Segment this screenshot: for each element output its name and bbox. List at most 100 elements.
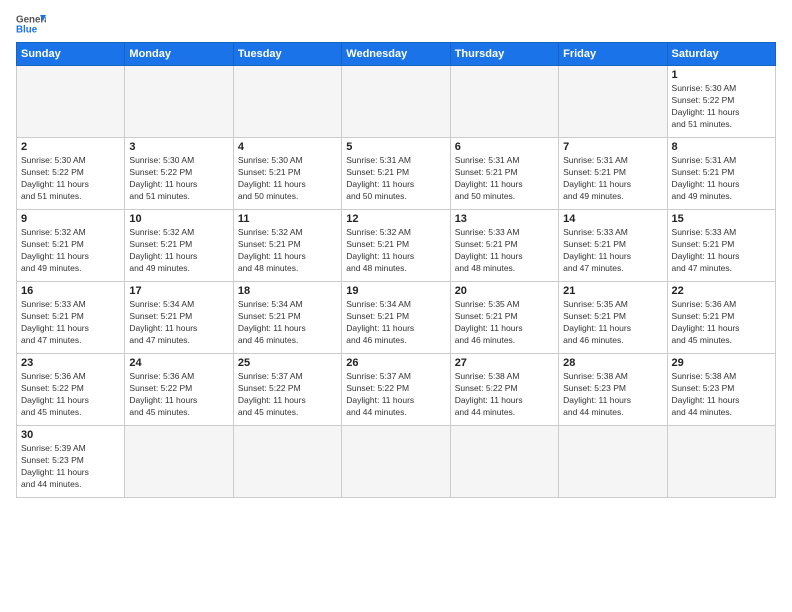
day-number: 2 [21,141,120,153]
day-info: Sunrise: 5:36 AM Sunset: 5:22 PM Dayligh… [129,371,228,419]
calendar-cell [450,66,558,138]
calendar-cell [342,66,450,138]
week-row-3: 9 Sunrise: 5:32 AM Sunset: 5:21 PM Daylig… [17,210,776,282]
day-info: Sunrise: 5:32 AM Sunset: 5:21 PM Dayligh… [21,227,120,275]
day-info: Sunrise: 5:31 AM Sunset: 5:21 PM Dayligh… [563,155,662,203]
calendar-cell: 12 Sunrise: 5:32 AM Sunset: 5:21 PM Dayli… [342,210,450,282]
week-row-1: 1Sunrise: 5:30 AM Sunset: 5:22 PM Daylig… [17,66,776,138]
day-info: Sunrise: 5:33 AM Sunset: 5:21 PM Dayligh… [455,227,554,275]
weekday-saturday: Saturday [667,43,775,66]
day-number: 15 [672,213,771,225]
day-info: Sunrise: 5:39 AM Sunset: 5:23 PM Dayligh… [21,443,120,491]
calendar-cell: 14 Sunrise: 5:33 AM Sunset: 5:21 PM Dayli… [559,210,667,282]
day-info: Sunrise: 5:33 AM Sunset: 5:21 PM Dayligh… [672,227,771,275]
calendar-cell: 2 Sunrise: 5:30 AM Sunset: 5:22 PM Daylig… [17,138,125,210]
calendar-cell: 1Sunrise: 5:30 AM Sunset: 5:22 PM Daylig… [667,66,775,138]
calendar-cell [17,66,125,138]
calendar-cell: 7 Sunrise: 5:31 AM Sunset: 5:21 PM Daylig… [559,138,667,210]
day-number: 10 [129,213,228,225]
calendar-cell: 18Sunrise: 5:34 AM Sunset: 5:21 PM Dayli… [233,282,341,354]
day-info: Sunrise: 5:31 AM Sunset: 5:21 PM Dayligh… [455,155,554,203]
calendar-cell [559,66,667,138]
day-number: 27 [455,357,554,369]
day-number: 9 [21,213,120,225]
day-info: Sunrise: 5:33 AM Sunset: 5:21 PM Dayligh… [563,227,662,275]
day-number: 12 [346,213,445,225]
day-info: Sunrise: 5:35 AM Sunset: 5:21 PM Dayligh… [455,299,554,347]
day-info: Sunrise: 5:37 AM Sunset: 5:22 PM Dayligh… [346,371,445,419]
calendar-cell: 29Sunrise: 5:38 AM Sunset: 5:23 PM Dayli… [667,354,775,426]
calendar-cell: 25Sunrise: 5:37 AM Sunset: 5:22 PM Dayli… [233,354,341,426]
week-row-4: 16 Sunrise: 5:33 AM Sunset: 5:21 PM Dayli… [17,282,776,354]
day-number: 22 [672,285,771,297]
calendar-cell: 13 Sunrise: 5:33 AM Sunset: 5:21 PM Dayli… [450,210,558,282]
day-number: 23 [21,357,120,369]
day-number: 21 [563,285,662,297]
calendar-cell: 28Sunrise: 5:38 AM Sunset: 5:23 PM Dayli… [559,354,667,426]
calendar-cell: 23Sunrise: 5:36 AM Sunset: 5:22 PM Dayli… [17,354,125,426]
calendar-cell [125,66,233,138]
calendar-cell: 4 Sunrise: 5:30 AM Sunset: 5:21 PM Daylig… [233,138,341,210]
day-info: Sunrise: 5:33 AM Sunset: 5:21 PM Dayligh… [21,299,120,347]
weekday-thursday: Thursday [450,43,558,66]
day-number: 7 [563,141,662,153]
day-number: 4 [238,141,337,153]
calendar-cell: 10 Sunrise: 5:32 AM Sunset: 5:21 PM Dayli… [125,210,233,282]
calendar-cell: 27 Sunrise: 5:38 AM Sunset: 5:22 PM Dayli… [450,354,558,426]
calendar-cell: 16 Sunrise: 5:33 AM Sunset: 5:21 PM Dayli… [17,282,125,354]
calendar-cell: 17Sunrise: 5:34 AM Sunset: 5:21 PM Dayli… [125,282,233,354]
day-info: Sunrise: 5:38 AM Sunset: 5:22 PM Dayligh… [455,371,554,419]
calendar-body: 1 Sunrise: 5:30 AM Sunset: 5:22 PM Daylig… [17,66,776,498]
calendar-cell: 8 Sunrise: 5:31 AM Sunset: 5:21 PM Daylig… [667,138,775,210]
day-info: Sunrise: 5:32 AM Sunset: 5:21 PM Dayligh… [346,227,445,275]
day-info: Sunrise: 5:32 AM Sunset: 5:21 PM Dayligh… [129,227,228,275]
day-info: Sunrise: 5:30 AM Sunset: 5:21 PM Dayligh… [238,155,337,203]
day-info: Sunrise: 5:36 AM Sunset: 5:21 PM Dayligh… [672,299,771,347]
logo: General Blue [16,12,46,36]
day-number: 11 [238,213,337,225]
weekday-header-row: SundayMondayTuesdayWednesdayThursdayFrid… [17,43,776,66]
calendar-header: SundayMondayTuesdayWednesdayThursdayFrid… [17,43,776,66]
day-number: 24 [129,357,228,369]
calendar-cell: 3Sunrise: 5:30 AM Sunset: 5:22 PM Daylig… [125,138,233,210]
calendar-cell: 21Sunrise: 5:35 AM Sunset: 5:21 PM Dayli… [559,282,667,354]
day-number: 14 [563,213,662,225]
calendar-cell: 6Sunrise: 5:31 AM Sunset: 5:21 PM Daylig… [450,138,558,210]
weekday-tuesday: Tuesday [233,43,341,66]
day-info: Sunrise: 5:31 AM Sunset: 5:21 PM Dayligh… [672,155,771,203]
week-row-2: 2 Sunrise: 5:30 AM Sunset: 5:22 PM Daylig… [17,138,776,210]
calendar-cell: 24 Sunrise: 5:36 AM Sunset: 5:22 PM Dayli… [125,354,233,426]
calendar-cell: 15 Sunrise: 5:33 AM Sunset: 5:21 PM Dayli… [667,210,775,282]
calendar-cell [233,66,341,138]
calendar-cell: 30 Sunrise: 5:39 AM Sunset: 5:23 PM Dayli… [17,426,125,498]
calendar-cell [233,426,341,498]
day-number: 5 [346,141,445,153]
weekday-monday: Monday [125,43,233,66]
calendar-cell: 20Sunrise: 5:35 AM Sunset: 5:21 PM Dayli… [450,282,558,354]
week-row-5: 23 Sunrise: 5:36 AM Sunset: 5:22 PM Dayli… [17,354,776,426]
logo-icon: General Blue [16,12,46,36]
day-info: Sunrise: 5:30 AM Sunset: 5:22 PM Dayligh… [21,155,120,203]
calendar-cell [450,426,558,498]
day-number: 13 [455,213,554,225]
calendar-table: SundayMondayTuesdayWednesdayThursdayFrid… [16,42,776,498]
day-number: 17 [129,285,228,297]
day-info: Sunrise: 5:31 AM Sunset: 5:21 PM Dayligh… [346,155,445,203]
day-info: Sunrise: 5:38 AM Sunset: 5:23 PM Dayligh… [563,371,662,419]
calendar-cell [667,426,775,498]
day-number: 16 [21,285,120,297]
weekday-sunday: Sunday [17,43,125,66]
day-number: 25 [238,357,337,369]
day-info: Sunrise: 5:34 AM Sunset: 5:21 PM Dayligh… [346,299,445,347]
day-number: 19 [346,285,445,297]
day-info: Sunrise: 5:32 AM Sunset: 5:21 PM Dayligh… [238,227,337,275]
calendar-cell [342,426,450,498]
week-row-6: 30 Sunrise: 5:39 AM Sunset: 5:23 PM Dayli… [17,426,776,498]
day-number: 30 [21,429,120,441]
day-number: 3 [129,141,228,153]
day-info: Sunrise: 5:34 AM Sunset: 5:21 PM Dayligh… [238,299,337,347]
day-number: 8 [672,141,771,153]
calendar-cell: 11 Sunrise: 5:32 AM Sunset: 5:21 PM Dayli… [233,210,341,282]
header: General Blue [16,12,776,36]
day-number: 1 [672,69,771,81]
